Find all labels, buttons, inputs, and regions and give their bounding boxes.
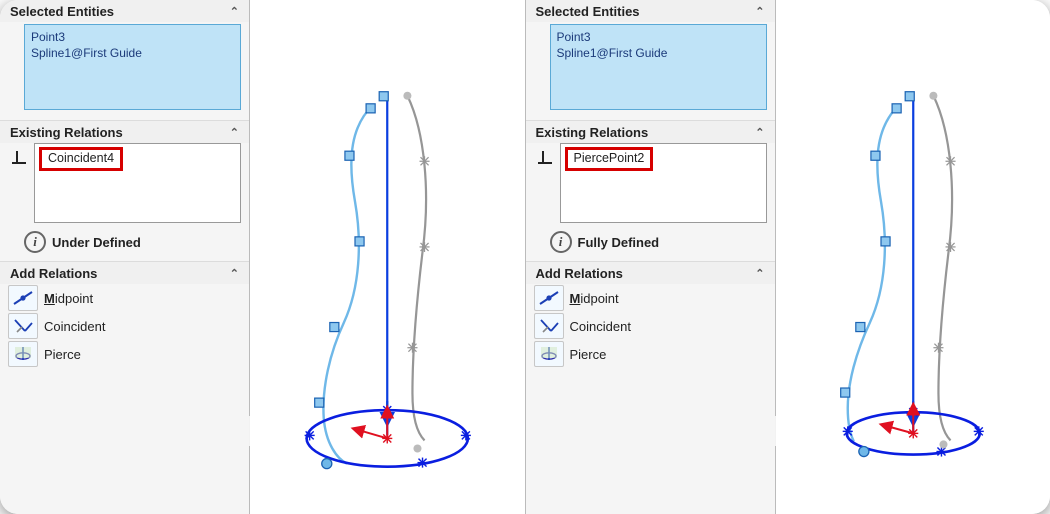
spline-handle-icon [840, 92, 914, 397]
section-title: Add Relations [536, 266, 623, 281]
section-title: Selected Entities [10, 4, 114, 19]
perpendicular-relation-icon [534, 145, 556, 167]
section-title: Selected Entities [536, 4, 640, 19]
add-relation-midpoint[interactable]: Midpoint [534, 284, 767, 312]
gray-spline-endpoint [939, 440, 947, 448]
spline-handle-icon [315, 92, 389, 407]
definition-status: Under Defined [52, 235, 141, 250]
add-relation-label: Midpoint [44, 291, 93, 306]
section-title: Existing Relations [536, 125, 649, 140]
add-relation-label: Midpoint [570, 291, 619, 306]
graphics-area[interactable] [250, 0, 525, 514]
pane-right: Selected Entities ⌃ Point3 Spline1@First… [526, 0, 1050, 514]
spline-endpoint [929, 92, 937, 100]
section-selected-entities: Selected Entities ⌃ Point3 Spline1@First… [526, 0, 775, 121]
add-relation-pierce[interactable]: Pierce [8, 340, 241, 368]
pierce-relation-icon [534, 341, 564, 367]
gray-spline [933, 96, 952, 441]
section-add-relations: Add Relations ⌃ Midpoint [0, 262, 249, 376]
section-title: Add Relations [10, 266, 97, 281]
property-panel: Selected Entities ⌃ Point3 Spline1@First… [0, 0, 250, 514]
add-relation-pierce[interactable]: Pierce [534, 340, 767, 368]
add-relation-coincident[interactable]: Coincident [8, 312, 241, 340]
info-icon: i [550, 231, 572, 253]
entity-item[interactable]: Point3 [557, 29, 760, 45]
add-relation-label: Pierce [44, 347, 81, 362]
existing-relations-list[interactable]: PiercePoint2 [560, 143, 767, 223]
coincident-relation-icon [8, 313, 38, 339]
existing-relations-list[interactable]: Coincident4 [34, 143, 241, 223]
origin-triad-icon [356, 410, 392, 443]
entity-item[interactable]: Point3 [31, 29, 234, 45]
gray-spline-endpoint [413, 444, 421, 452]
add-relation-label: Coincident [44, 319, 105, 334]
collapse-icon[interactable]: ⌃ [755, 5, 764, 18]
info-icon: i [24, 231, 46, 253]
sketch-view [776, 0, 1050, 514]
pane-left: Selected Entities ⌃ Point3 Spline1@First… [0, 0, 526, 514]
collapse-icon[interactable]: ⌃ [230, 5, 239, 18]
definition-status: Fully Defined [578, 235, 660, 250]
section-title: Existing Relations [10, 125, 123, 140]
entity-item[interactable]: Spline1@First Guide [31, 45, 234, 61]
add-relation-label: Coincident [570, 319, 631, 334]
property-panel: Selected Entities ⌃ Point3 Spline1@First… [526, 0, 776, 514]
gray-spline [407, 96, 426, 441]
entity-item[interactable]: Spline1@First Guide [557, 45, 760, 61]
section-existing-relations: Existing Relations ⌃ Coincident4 [0, 121, 249, 262]
spline-endpoint [858, 446, 868, 456]
add-relation-coincident[interactable]: Coincident [534, 312, 767, 340]
section-selected-entities: Selected Entities ⌃ Point3 Spline1@First… [0, 0, 249, 121]
sketch-view [250, 0, 525, 514]
midpoint-relation-icon [534, 285, 564, 311]
graphics-area[interactable] [776, 0, 1050, 514]
section-existing-relations: Existing Relations ⌃ PiercePoint2 [526, 121, 775, 262]
selected-entities-list[interactable]: Point3 Spline1@First Guide [550, 24, 767, 110]
selected-entities-list[interactable]: Point3 Spline1@First Guide [24, 24, 241, 110]
section-add-relations: Add Relations ⌃ Midpoint [526, 262, 775, 376]
add-relation-label: Pierce [570, 347, 607, 362]
spline-endpoint [322, 459, 332, 469]
collapse-icon[interactable]: ⌃ [755, 267, 764, 280]
collapse-icon[interactable]: ⌃ [230, 126, 239, 139]
relation-item[interactable]: Coincident4 [39, 147, 123, 171]
add-relation-midpoint[interactable]: Midpoint [8, 284, 241, 312]
midpoint-relation-icon [8, 285, 38, 311]
coincident-relation-icon [534, 313, 564, 339]
relation-item[interactable]: PiercePoint2 [565, 147, 654, 171]
spline-endpoint [403, 92, 411, 100]
collapse-icon[interactable]: ⌃ [755, 126, 764, 139]
pierce-relation-icon [8, 341, 38, 367]
perpendicular-relation-icon [8, 145, 30, 167]
collapse-icon[interactable]: ⌃ [230, 267, 239, 280]
